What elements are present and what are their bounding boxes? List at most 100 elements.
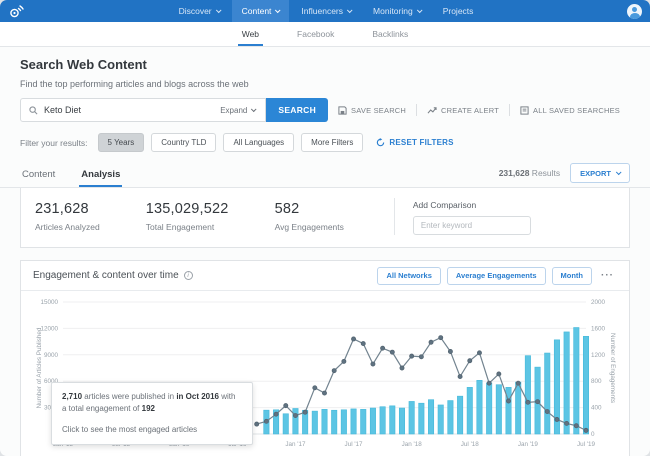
chevron-down-icon	[616, 169, 622, 175]
tab-web[interactable]: Web	[238, 29, 263, 46]
svg-text:Number of Articles Published: Number of Articles Published	[36, 327, 43, 408]
filter-label: Filter your results:	[20, 138, 88, 148]
reset-filters-button[interactable]: RESET FILTERS	[376, 138, 453, 147]
search-section: Search Web Content Find the top performi…	[0, 47, 650, 164]
create-alert-label: CREATE ALERT	[441, 106, 499, 115]
main-menu: Discover Content Influencers Monitoring …	[25, 0, 627, 22]
save-search-label: SAVE SEARCH	[351, 106, 406, 115]
tooltip-line2: Click to see the most engaged articles	[62, 424, 242, 436]
save-search-button[interactable]: SAVE SEARCH	[328, 106, 416, 115]
chart-header: Engagement & content over time i All Net…	[21, 261, 629, 291]
stat-value: 231,628	[35, 201, 100, 217]
chevron-down-icon	[275, 7, 281, 13]
chevron-down-icon	[251, 106, 257, 112]
list-icon	[520, 106, 529, 115]
nav-item-content[interactable]: Content	[232, 0, 290, 22]
all-saved-searches-label: ALL SAVED SEARCHES	[533, 106, 620, 115]
search-icon	[29, 106, 38, 115]
main-content: Search Web Content Find the top performi…	[0, 47, 650, 456]
stats-card: 231,628 Articles Analyzed 135,029,522 To…	[20, 188, 630, 248]
trend-alert-icon	[427, 106, 437, 115]
nav-item-discover[interactable]: Discover	[169, 0, 230, 22]
nav-label: Monitoring	[373, 6, 413, 16]
nav-label: Influencers	[301, 6, 343, 16]
results-count-number: 231,628	[499, 168, 530, 178]
avatar-person-icon	[630, 13, 640, 19]
add-comparison-label: Add Comparison	[413, 200, 531, 210]
nav-label: Discover	[179, 6, 212, 16]
svg-text:2000: 2000	[591, 299, 606, 306]
results-tabs-row: Content Analysis 231,628 Results EXPORT	[0, 164, 650, 188]
chart-title: Engagement & content over time i	[33, 270, 193, 281]
chart-body: 0300060009000120001500004008001200160020…	[21, 291, 629, 456]
tab-content-results[interactable]: Content	[20, 169, 57, 187]
user-avatar[interactable]	[627, 4, 642, 19]
svg-text:Jan '19: Jan '19	[518, 441, 539, 448]
chart-controls: All Networks Average Engagements Month ·…	[377, 267, 617, 285]
nav-label: Content	[242, 6, 272, 16]
chart-card: Engagement & content over time i All Net…	[20, 260, 630, 456]
nav-item-influencers[interactable]: Influencers	[291, 0, 361, 22]
stat-label: Articles Analyzed	[35, 222, 100, 232]
tab-facebook[interactable]: Facebook	[293, 29, 338, 46]
chevron-down-icon	[347, 7, 353, 13]
add-comparison: Add Comparison	[394, 198, 531, 235]
svg-text:400: 400	[591, 405, 602, 412]
svg-text:1600: 1600	[591, 325, 606, 332]
info-icon[interactable]: i	[184, 271, 193, 280]
results-count: 231,628 Results	[499, 168, 560, 178]
nav-label: Projects	[443, 6, 474, 16]
page-title: Search Web Content	[20, 57, 630, 72]
app-window: Discover Content Influencers Monitoring …	[0, 0, 650, 456]
tab-analysis[interactable]: Analysis	[79, 169, 122, 187]
stat-value: 135,029,522	[146, 201, 229, 217]
refresh-icon	[376, 138, 385, 147]
expand-label: Expand	[220, 106, 247, 115]
svg-text:Number of Engagements: Number of Engagements	[609, 333, 616, 403]
svg-text:Jul '19: Jul '19	[577, 441, 596, 448]
filter-chip-timeframe[interactable]: 5 Years	[98, 133, 145, 152]
all-networks-button[interactable]: All Networks	[377, 267, 440, 285]
svg-text:15000: 15000	[40, 299, 58, 306]
stat-articles-analyzed: 231,628 Articles Analyzed	[35, 201, 100, 232]
search-row: Expand SEARCH SAVE SEARCH CREATE ALERT	[20, 98, 630, 122]
reset-filters-label: RESET FILTERS	[389, 138, 453, 147]
stat-total-engagement: 135,029,522 Total Engagement	[146, 201, 229, 232]
top-nav: Discover Content Influencers Monitoring …	[0, 0, 650, 22]
search-box: Expand	[20, 98, 266, 122]
svg-text:12000: 12000	[40, 325, 58, 332]
svg-text:Jul '18: Jul '18	[461, 441, 480, 448]
svg-text:1200: 1200	[591, 352, 606, 359]
avatar-person-icon	[632, 7, 637, 12]
filter-chip-languages[interactable]: All Languages	[223, 133, 294, 152]
svg-text:0: 0	[591, 431, 595, 438]
svg-text:Jan '18: Jan '18	[402, 441, 423, 448]
create-alert-button[interactable]: CREATE ALERT	[417, 106, 509, 115]
average-engagements-button[interactable]: Average Engagements	[447, 267, 546, 285]
comparison-keyword-input[interactable]	[413, 216, 531, 235]
filter-row: Filter your results: 5 Years Country TLD…	[20, 133, 630, 164]
month-interval-button[interactable]: Month	[552, 267, 593, 285]
svg-text:9000: 9000	[44, 352, 59, 359]
page-subtitle: Find the top performing articles and blo…	[20, 79, 630, 89]
svg-text:Jul '17: Jul '17	[345, 441, 364, 448]
search-actions: SAVE SEARCH CREATE ALERT ALL SAVED SEARC…	[328, 104, 630, 116]
nav-item-projects[interactable]: Projects	[433, 0, 484, 22]
export-label: EXPORT	[580, 169, 611, 178]
tab-backlinks[interactable]: Backlinks	[368, 29, 412, 46]
search-input[interactable]	[44, 105, 220, 115]
filter-chip-country-tld[interactable]: Country TLD	[151, 133, 216, 152]
nav-item-monitoring[interactable]: Monitoring	[363, 0, 431, 22]
filter-chip-more-filters[interactable]: More Filters	[301, 133, 363, 152]
chevron-down-icon	[417, 7, 423, 13]
stat-value: 582	[275, 201, 344, 217]
stat-avg-engagements: 582 Avg Engagements	[275, 201, 344, 232]
results-count-suffix: Results	[529, 168, 560, 178]
expand-dropdown[interactable]: Expand	[220, 106, 257, 115]
all-saved-searches-button[interactable]: ALL SAVED SEARCHES	[510, 106, 630, 115]
more-options-icon[interactable]: ···	[598, 270, 617, 281]
buzzsumo-logo-icon[interactable]	[8, 3, 25, 20]
stat-label: Avg Engagements	[275, 222, 344, 232]
export-button[interactable]: EXPORT	[570, 163, 630, 183]
search-button[interactable]: SEARCH	[266, 98, 328, 122]
